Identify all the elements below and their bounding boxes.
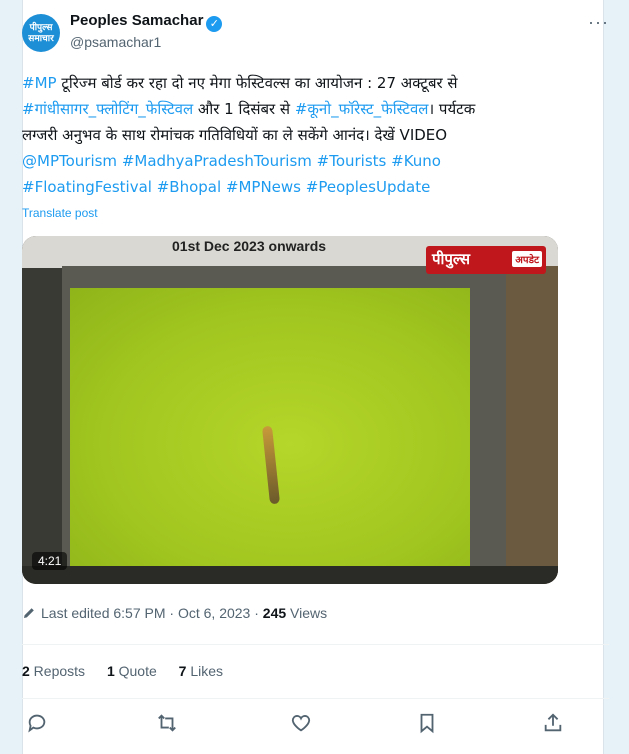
author-name-text[interactable]: Peoples Samachar (70, 12, 203, 29)
like-icon[interactable] (290, 712, 314, 736)
tweet-text-segment: और 1 दिसंबर से (193, 100, 295, 118)
author-handle[interactable]: @psamachar1 (70, 34, 161, 50)
likes-label: Likes (186, 663, 224, 679)
quotes-label: Quote (114, 663, 157, 679)
repost-icon[interactable] (156, 712, 180, 736)
reply-icon[interactable] (26, 712, 50, 736)
avatar[interactable]: पीपुल्स समाचार (22, 14, 60, 52)
translate-post-link[interactable]: Translate post (22, 206, 98, 220)
likes-stat[interactable]: 7 Likes (179, 663, 223, 679)
tweet-text: #MP टूरिज्म बोर्ड कर रहा दो नए मेगा फेस्… (22, 70, 562, 200)
reposts-label: Reposts (29, 663, 86, 679)
video-side-wall (506, 266, 558, 584)
reposts-count: 2 (22, 663, 30, 679)
tweet-text-segment: । पर्यटक (428, 100, 476, 118)
quotes-count: 1 (106, 663, 115, 679)
edit-pencil-icon[interactable] (22, 606, 36, 623)
edited-timestamp[interactable]: Last edited 6:57 PM · Oct 6, 2023 · (41, 605, 263, 621)
logo-main-text: पीपुल्स (432, 250, 471, 268)
video-floor (22, 566, 558, 584)
hashtag-links[interactable]: #FloatingFestival #Bhopal #MPNews #Peopl… (22, 174, 562, 200)
engagement-stats: 2 Reposts 1 Quote 7 Likes (22, 663, 241, 679)
bookmark-icon[interactable] (416, 712, 440, 736)
share-icon[interactable] (542, 712, 566, 736)
post-meta: Last edited 6:57 PM · Oct 6, 2023 · 245 … (22, 605, 327, 623)
avatar-text: पीपुल्स समाचार (28, 23, 54, 44)
verified-badge-icon: ✓ (206, 16, 223, 32)
video-player[interactable]: 01st Dec 2023 onwards पीपुल्स अपडेट 4:21 (22, 236, 558, 584)
views-count: 245 (262, 605, 287, 621)
divider (22, 698, 609, 699)
author-name[interactable]: Peoples Samachar ✓ (70, 12, 223, 32)
peoples-update-logo: पीपुल्स अपडेट (426, 246, 546, 274)
video-duration: 4:21 (32, 552, 68, 570)
hashtag-link[interactable]: #गांधीसागर_फ्लोटिंग_फेस्टिवल (22, 100, 193, 118)
views-label: Views (286, 605, 328, 621)
more-options-icon[interactable]: ··· (588, 12, 609, 33)
divider (22, 644, 609, 645)
logo-sub-text: अपडेट (512, 251, 542, 267)
reposts-stat[interactable]: 2 Reposts (22, 663, 85, 679)
quotes-stat[interactable]: 1 Quote (107, 663, 157, 679)
tweet-header: पीपुल्स समाचार Peoples Samachar ✓ @psamac… (22, 10, 629, 60)
action-bar (22, 712, 562, 742)
tweet-text-segment: लग्जरी अनुभव के साथ रोमांचक गतिविधियों क… (22, 126, 448, 144)
tweet-text-segment: टूरिज्म बोर्ड कर रहा दो नए मेगा फेस्टिवल… (56, 74, 458, 92)
hashtag-link[interactable]: #MP (22, 74, 57, 92)
video-banner-text: 01st Dec 2023 onwards (172, 238, 327, 254)
hashtag-link[interactable]: #कूनो_फॉरेस्ट_फेस्टिवल (295, 100, 429, 118)
hashtag-links[interactable]: @MPTourism #MadhyaPradeshTourism #Touris… (22, 148, 562, 174)
